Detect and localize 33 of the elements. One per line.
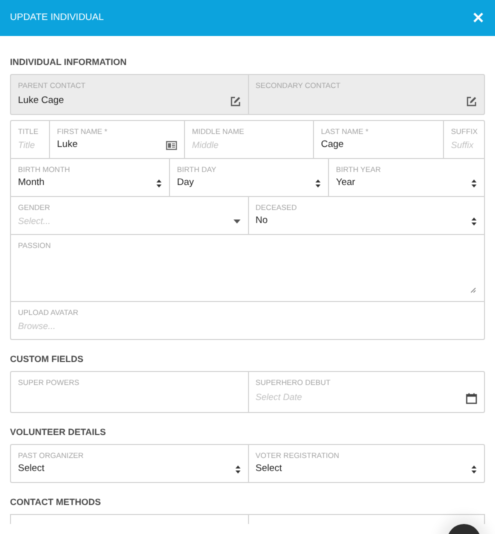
sort-arrows-icon [471, 465, 477, 474]
sort-arrows-icon [156, 179, 162, 188]
field-placeholder: Title [18, 138, 35, 152]
field-value: Select [18, 462, 44, 476]
field-placeholder: Suffix [451, 138, 474, 152]
field-value: Cage [321, 138, 344, 152]
dialog-title: UPDATE INDIVIDUAL [10, 10, 104, 25]
field-placeholder: Select Date [256, 391, 302, 404]
sort-arrows-icon [315, 179, 321, 188]
calendar-icon [466, 392, 477, 404]
section-title: VOLUNTEER DETAILS [10, 427, 107, 438]
field-value: No [256, 214, 268, 228]
field-value: Month [18, 176, 44, 190]
sort-arrows-icon [471, 217, 477, 226]
close-button[interactable]: ✕ [472, 10, 485, 26]
field-placeholder: Browse... [18, 320, 56, 333]
resize-handle-icon [470, 287, 476, 293]
contact-card-icon [166, 141, 177, 150]
section-title: CONTACT METHODS [10, 497, 102, 508]
field-placeholder: Middle [192, 138, 219, 152]
edit-icon [230, 96, 240, 107]
edit-icon [466, 96, 477, 107]
field-value: Day [177, 176, 194, 190]
field-value: Year [336, 176, 356, 190]
section-title: INDIVIDUAL INFORMATION [10, 57, 128, 68]
sort-arrows-icon [234, 465, 240, 474]
caret-down-icon [232, 219, 240, 224]
field-placeholder: Select... [18, 214, 51, 228]
sort-arrows-icon [471, 179, 477, 188]
field-value: Select [256, 462, 282, 476]
section-title: CUSTOM FIELDS [10, 354, 84, 365]
field-value: Luke Cage [18, 94, 64, 108]
field-value: Luke [57, 138, 78, 152]
